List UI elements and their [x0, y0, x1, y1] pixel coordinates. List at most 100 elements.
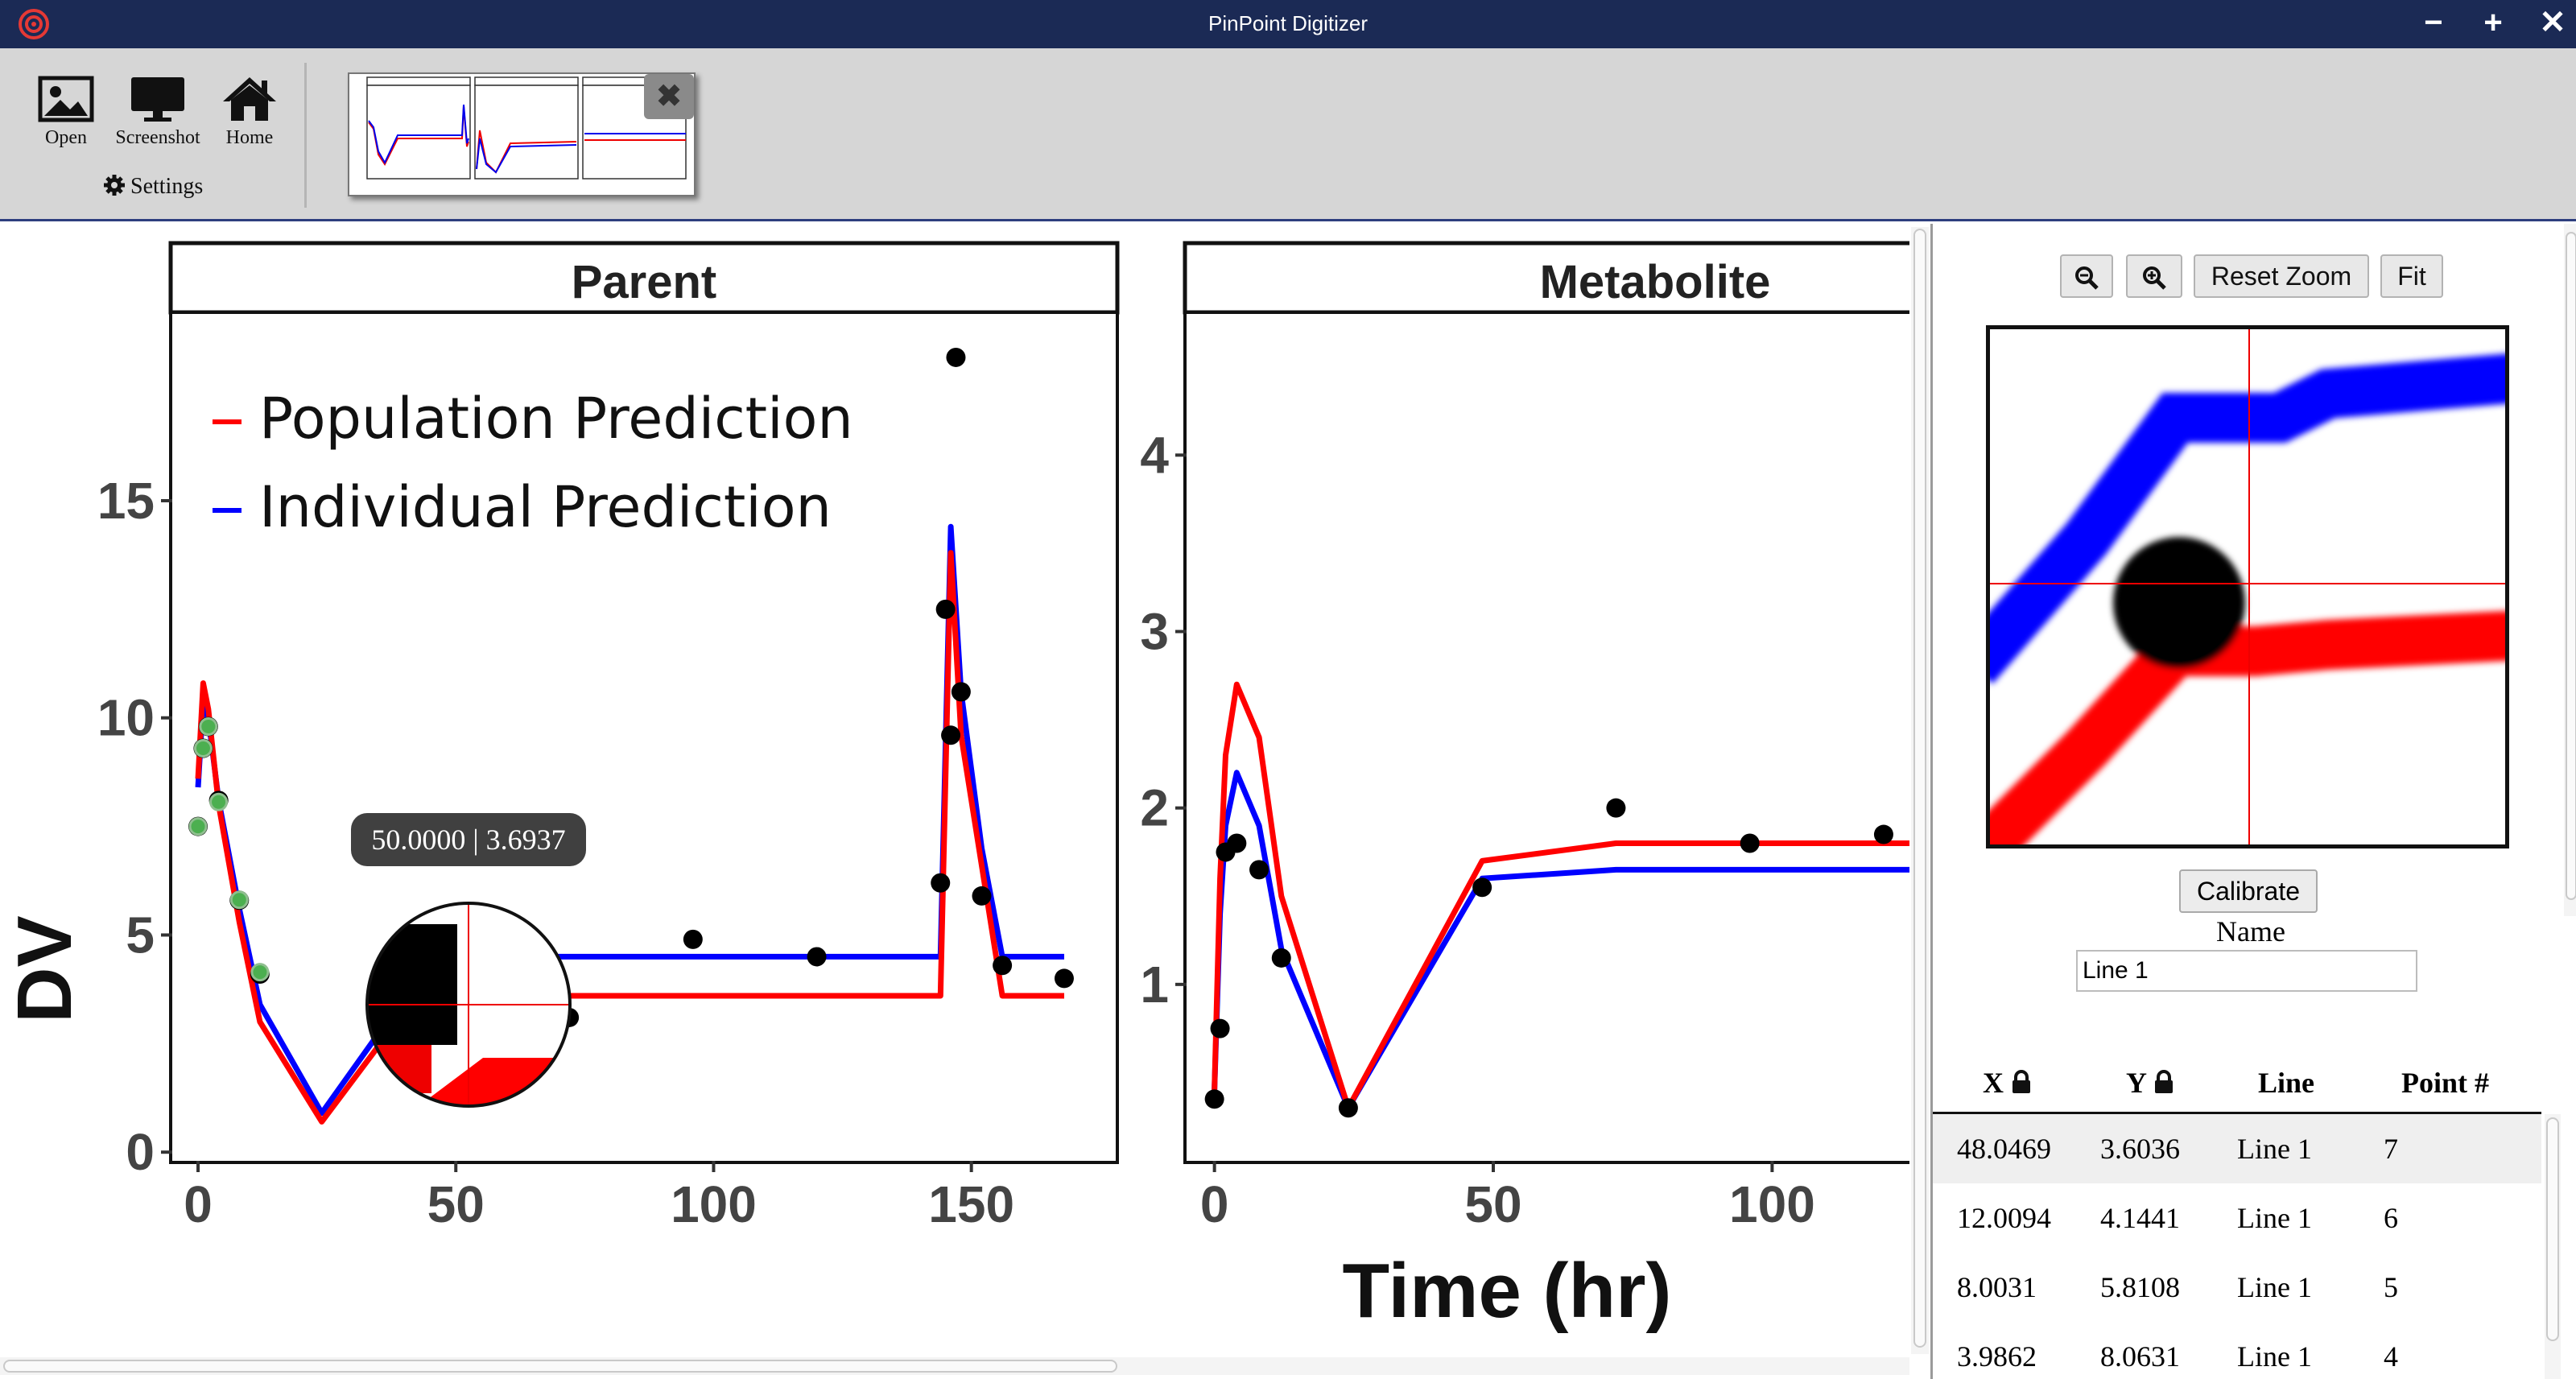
cell-line: Line 1 [2237, 1340, 2312, 1373]
monitor-icon [131, 77, 184, 122]
observed-point [1054, 968, 1074, 989]
digitized-point-marker[interactable] [229, 890, 249, 910]
y-tick-label: 15 [97, 472, 155, 530]
point-number-column-header[interactable]: Point # [2401, 1066, 2489, 1100]
x-tick-label: 100 [1729, 1175, 1815, 1233]
line-name-label: Name [2216, 915, 2285, 948]
digitized-point-marker[interactable] [193, 738, 213, 758]
open-label: Open [45, 127, 87, 148]
observed-point [1338, 1098, 1358, 1118]
observed-point [941, 725, 961, 745]
cell-point-number: 7 [2384, 1133, 2398, 1165]
observed-point [1204, 1089, 1224, 1109]
cell-y: 3.6036 [2100, 1133, 2180, 1165]
viewer-horizontal-scrollbar[interactable] [0, 1357, 1909, 1375]
cell-x: 12.0094 [1957, 1202, 2051, 1234]
zoom-in-icon [2143, 266, 2166, 290]
table-row[interactable]: 8.0031 5.8108 Line 1 5 [1933, 1253, 2541, 1322]
calibrate-button[interactable]: Calibrate [2179, 869, 2318, 913]
x-tick-label: 50 [427, 1175, 485, 1233]
viewer-vertical-scroll-thumb[interactable] [1913, 229, 1926, 1348]
viewer-horizontal-scroll-thumb[interactable] [3, 1360, 1117, 1373]
x-tick-label: 100 [671, 1175, 757, 1233]
cell-y: 5.8108 [2100, 1271, 2180, 1303]
source-chart-image: Parent Metabolite DV Time (hr) 0 50 100 150… [2, 241, 1909, 1334]
title-bar: PinPoint Digitizer − + ✕ [0, 0, 2576, 48]
y-tick-label: 3 [1140, 603, 1169, 661]
cell-y: 8.0631 [2100, 1340, 2180, 1373]
line-column-header[interactable]: Line [2258, 1066, 2314, 1100]
observed-point [1271, 948, 1291, 968]
x-tick-label: 50 [1464, 1175, 1521, 1233]
coordinate-tooltip: 50.0000 | 3.6937 [351, 813, 586, 866]
close-window-button[interactable]: ✕ [2533, 5, 2573, 43]
app-window: PinPoint Digitizer − + ✕ Open Screenshot [0, 0, 2576, 1379]
cell-line: Line 1 [2237, 1133, 2312, 1165]
y-tick-label: 0 [126, 1123, 155, 1181]
zoom-out-icon [2075, 266, 2099, 290]
observed-point [1873, 824, 1893, 844]
y-tick-label: 5 [126, 906, 155, 964]
metabolite-panel-frame [1183, 311, 1909, 1164]
digitized-point-marker[interactable] [188, 817, 208, 836]
observed-point [993, 956, 1013, 976]
panel-vertical-scrollbar[interactable] [2564, 224, 2576, 916]
y-axis-label: DV [2, 915, 88, 1022]
points-table-header: X Y Line Point # [1933, 1048, 2541, 1114]
thumbnail-close-button[interactable]: ✖ [644, 74, 694, 119]
table-scroll-thumb[interactable] [2546, 1117, 2559, 1341]
observed-point [1227, 833, 1247, 853]
cell-point-number: 4 [2384, 1340, 2398, 1373]
digitized-point-marker[interactable] [199, 717, 218, 737]
observed-point [1740, 833, 1760, 853]
thumbnail-preview [366, 76, 687, 180]
cell-line: Line 1 [2237, 1202, 2312, 1234]
cell-x: 48.0469 [1957, 1133, 2051, 1165]
x-header-label: X [1983, 1067, 2004, 1099]
x-axis-label: Time (hr) [1343, 1248, 1672, 1334]
cell-x: 8.0031 [1957, 1271, 2037, 1303]
observed-point [683, 929, 703, 949]
settings-button[interactable]: Settings [103, 174, 203, 200]
table-vertical-scrollbar[interactable] [2545, 1114, 2561, 1379]
panel-scroll-thumb[interactable] [2566, 232, 2576, 900]
screenshot-label: Screenshot [115, 127, 200, 148]
x-tick-label: 0 [1200, 1175, 1229, 1233]
table-row[interactable]: 3.9862 8.0631 Line 1 4 [1933, 1322, 2541, 1379]
x-column-header[interactable]: X [1983, 1066, 2032, 1100]
fit-button[interactable]: Fit [2380, 254, 2443, 298]
gear-icon [104, 175, 125, 196]
zoom-in-button[interactable] [2126, 254, 2182, 298]
zoom-preview [1986, 325, 2509, 848]
chart-viewer[interactable]: Parent Metabolite DV Time (hr) 0 50 100 150… [0, 224, 1909, 1379]
observed-point [935, 599, 956, 619]
y-column-header[interactable]: Y [2126, 1066, 2174, 1100]
y-tick-label: 2 [1140, 779, 1169, 837]
home-label: Home [225, 127, 274, 148]
digitized-point-marker[interactable] [250, 963, 270, 982]
table-row[interactable]: 48.0469 3.6036 Line 1 7 [1933, 1114, 2541, 1183]
settings-label: Settings [130, 174, 204, 199]
open-button[interactable]: Open [18, 76, 114, 204]
table-row[interactable]: 12.0094 4.1441 Line 1 6 [1933, 1183, 2541, 1253]
home-button[interactable]: Home [201, 76, 298, 204]
line-name-input[interactable] [2076, 950, 2417, 992]
legend-label-population: Population Prediction [259, 386, 853, 452]
digitized-point-marker[interactable] [209, 792, 229, 811]
maximize-button[interactable]: + [2473, 5, 2513, 43]
observed-point [1606, 798, 1626, 818]
observed-point [1472, 877, 1492, 898]
x-tick-label: 150 [928, 1175, 1014, 1233]
toolbar-divider [304, 63, 307, 208]
lock-icon [2013, 1070, 2030, 1093]
viewer-vertical-scrollbar[interactable] [1911, 227, 1929, 1354]
x-tick-label: 0 [184, 1175, 213, 1233]
minimize-button[interactable]: − [2413, 5, 2454, 43]
zoom-out-button[interactable] [2060, 254, 2113, 298]
reset-zoom-button[interactable]: Reset Zoom [2194, 254, 2369, 298]
y-tick-label: 1 [1140, 956, 1169, 1014]
cell-x: 3.9862 [1957, 1340, 2037, 1373]
window-title: PinPoint Digitizer [1208, 11, 1368, 35]
observed-point [1249, 860, 1269, 880]
observed-point [807, 947, 827, 967]
